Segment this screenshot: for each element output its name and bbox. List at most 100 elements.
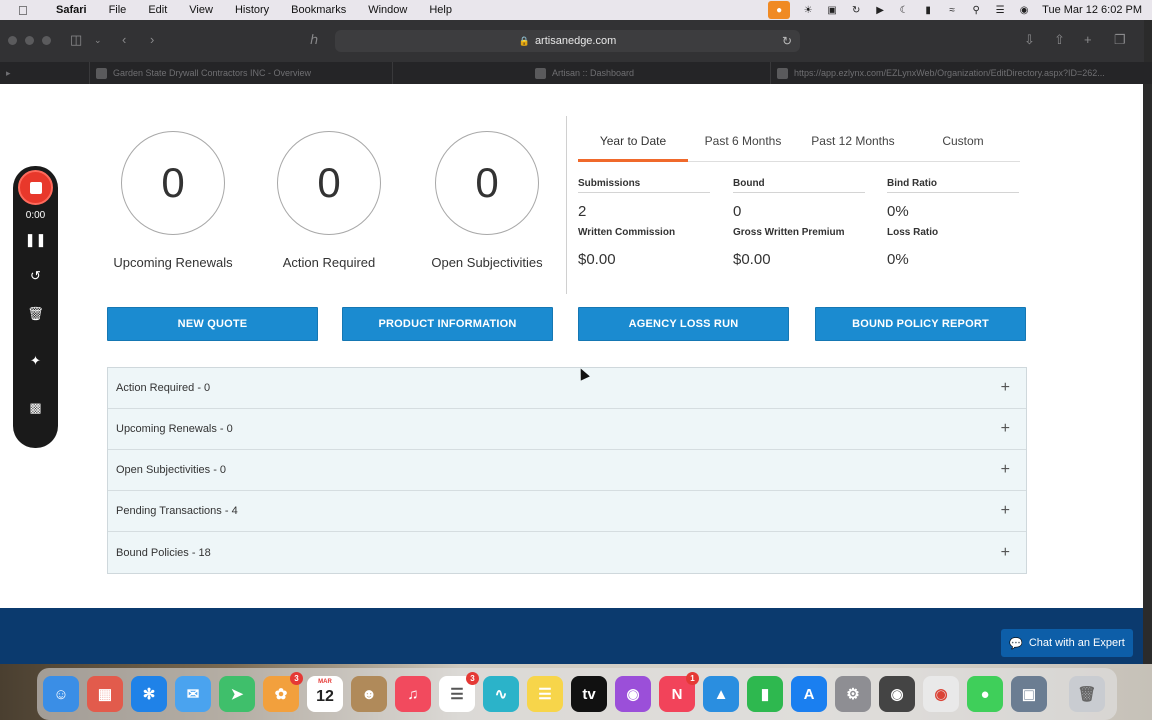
battery-icon[interactable]: ▮: [922, 4, 934, 16]
address-bar[interactable]: 🔒 artisanedge.com ↻: [335, 30, 800, 52]
accordion-bound-policies[interactable]: Bound Policies - 18 +: [108, 532, 1026, 573]
metric-bound: Bound 0: [733, 178, 865, 220]
metric-label: Submissions: [578, 178, 710, 193]
close-window-icon[interactable]: [8, 36, 17, 45]
extension-icon[interactable]: ℎ: [310, 32, 318, 48]
menu-view[interactable]: View: [189, 4, 213, 16]
brightness-icon[interactable]: ☀: [802, 4, 814, 16]
freeform-icon[interactable]: ∿: [483, 676, 519, 712]
photos-icon[interactable]: ✿ 3: [263, 672, 303, 712]
system-settings-icon[interactable]: ⚙: [835, 676, 871, 712]
maps-icon[interactable]: ➤: [219, 676, 255, 712]
tab-title: https://app.ezlynx.com/EZLynxWeb/Organiz…: [794, 68, 1105, 78]
restart-icon[interactable]: ↺: [13, 268, 58, 284]
back-icon[interactable]: ‹: [122, 32, 126, 47]
reload-icon[interactable]: ↻: [782, 34, 792, 48]
tab-overview-icon[interactable]: ❐: [1114, 32, 1126, 48]
tab-year-to-date[interactable]: Year to Date: [578, 124, 688, 162]
tab-custom[interactable]: Custom: [908, 124, 1018, 162]
new-tab-icon[interactable]: +: [1084, 32, 1092, 47]
stat-value: 0: [435, 131, 539, 235]
camera-icon[interactable]: ▩: [13, 400, 58, 416]
tab-past-12-months[interactable]: Past 12 Months: [798, 124, 908, 162]
new-quote-button[interactable]: NEW QUOTE: [107, 307, 318, 341]
tab-past-6-months[interactable]: Past 6 Months: [688, 124, 798, 162]
plus-icon[interactable]: +: [1001, 502, 1010, 520]
contacts-icon[interactable]: ☻: [351, 676, 387, 712]
tab-collapse[interactable]: ▸: [0, 62, 90, 84]
safari-icon[interactable]: ✻: [131, 676, 167, 712]
product-information-button[interactable]: PRODUCT INFORMATION: [342, 307, 553, 341]
accordion-action-required[interactable]: Action Required - 0 +: [108, 368, 1026, 409]
calendar-icon[interactable]: MAR 12: [307, 676, 343, 712]
mail-icon[interactable]: ✉: [175, 676, 211, 712]
menu-edit[interactable]: Edit: [148, 4, 167, 16]
chevron-down-icon[interactable]: ⌄: [94, 35, 102, 46]
menu-bookmarks[interactable]: Bookmarks: [291, 4, 346, 16]
plus-icon[interactable]: +: [1001, 420, 1010, 438]
tab-artisan-dashboard[interactable]: Artisan :: Dashboard: [393, 62, 771, 84]
reminders-icon[interactable]: ☰ 3: [439, 672, 479, 712]
accordion-pending-transactions[interactable]: Pending Transactions - 4 +: [108, 491, 1026, 532]
launchpad-icon[interactable]: ▦: [87, 676, 123, 712]
preview-icon[interactable]: ▣: [1011, 676, 1047, 712]
accordion-open-subjectivities[interactable]: Open Subjectivities - 0 +: [108, 450, 1026, 491]
podcasts-icon[interactable]: ◉: [615, 676, 651, 712]
control-center-icon[interactable]: ☰: [994, 4, 1006, 16]
apple-icon[interactable]: : [18, 3, 36, 18]
sync-icon[interactable]: ↻: [850, 4, 862, 16]
apple-tv-icon[interactable]: tv: [571, 676, 607, 712]
news-icon[interactable]: N1: [659, 672, 699, 712]
siri-icon[interactable]: ◉: [1018, 4, 1030, 16]
stop-recording-button[interactable]: [18, 170, 53, 205]
zoom-window-icon[interactable]: [42, 36, 51, 45]
trash-bin-icon[interactable]: 🗑: [1069, 676, 1105, 712]
sidebar-icon[interactable]: ◫: [70, 32, 82, 48]
play-icon[interactable]: ▶: [874, 4, 886, 16]
trash-icon[interactable]: 🗑: [13, 306, 58, 322]
notes-icon[interactable]: ☰: [527, 676, 563, 712]
microphone-icon[interactable]: ●: [768, 1, 791, 19]
draw-icon[interactable]: ✦: [13, 353, 58, 369]
minimize-window-icon[interactable]: [25, 36, 34, 45]
messages-icon[interactable]: ●: [967, 676, 1003, 712]
music-icon[interactable]: ♫: [395, 676, 431, 712]
dock: ☺ ▦ ✻ ✉ ➤ ✿ 3 MAR 12 ☻ ♫ ☰ 3 ∿ ☰ tv ◉ N1 ▲…: [37, 668, 1117, 720]
chrome-icon[interactable]: ◉: [923, 676, 959, 712]
keynote-icon[interactable]: ▲: [703, 676, 739, 712]
menu-window[interactable]: Window: [368, 4, 407, 16]
wifi-icon[interactable]: ≈: [946, 4, 958, 16]
menubar-clock[interactable]: Tue Mar 12 6:02 PM: [1042, 4, 1142, 16]
numbers-icon[interactable]: ▮: [747, 676, 783, 712]
screen-recorder-app-icon[interactable]: ◉: [879, 676, 915, 712]
forward-icon[interactable]: ›: [150, 32, 154, 47]
stat-action-required[interactable]: 0 Action Required: [259, 131, 399, 270]
menu-help[interactable]: Help: [429, 4, 452, 16]
page-footer: [0, 608, 1143, 664]
menu-file[interactable]: File: [109, 4, 127, 16]
finder-icon[interactable]: ☺: [43, 676, 79, 712]
tab-garden-state[interactable]: Garden State Drywall Contractors INC - O…: [90, 62, 393, 84]
download-icon[interactable]: ⇩: [1024, 32, 1035, 48]
app-store-icon[interactable]: A: [791, 676, 827, 712]
stat-upcoming-renewals[interactable]: 0 Upcoming Renewals: [103, 131, 243, 270]
accordion-upcoming-renewals[interactable]: Upcoming Renewals - 0 +: [108, 409, 1026, 450]
menu-app-name[interactable]: Safari: [56, 4, 87, 16]
stat-open-subjectivities[interactable]: 0 Open Subjectivities: [417, 131, 557, 270]
tab-ezlynx[interactable]: https://app.ezlynx.com/EZLynxWeb/Organiz…: [771, 62, 1152, 84]
plus-icon[interactable]: +: [1001, 461, 1010, 479]
chat-with-expert-button[interactable]: 💬 Chat with an Expert: [1001, 629, 1133, 657]
moon-icon[interactable]: ☾: [898, 4, 910, 16]
window-controls: [8, 36, 51, 45]
accordion-label: Open Subjectivities - 0: [116, 464, 227, 476]
plus-icon[interactable]: +: [1001, 379, 1010, 397]
screen-icon[interactable]: ▣: [826, 4, 838, 16]
pause-icon[interactable]: ❚❚: [13, 232, 58, 248]
plus-icon[interactable]: +: [1001, 544, 1010, 562]
menu-history[interactable]: History: [235, 4, 269, 16]
bound-policy-report-button[interactable]: BOUND POLICY REPORT: [815, 307, 1026, 341]
search-icon[interactable]: ⚲: [970, 4, 982, 16]
agency-loss-run-button[interactable]: AGENCY LOSS RUN: [578, 307, 789, 341]
share-icon[interactable]: ⇧: [1054, 32, 1065, 48]
play-tab-icon: ▸: [6, 67, 11, 78]
